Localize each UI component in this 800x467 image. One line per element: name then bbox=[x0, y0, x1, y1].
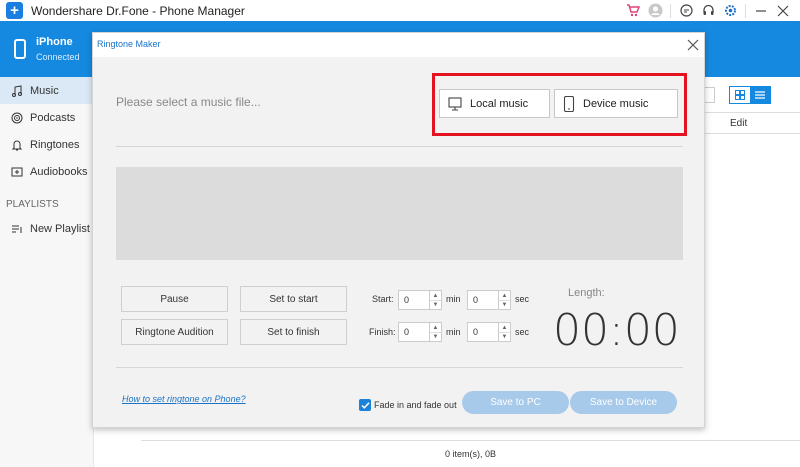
start-sec-value: 0 bbox=[473, 295, 479, 305]
content-panel: Edit bbox=[705, 77, 800, 440]
check-icon bbox=[360, 401, 370, 409]
audiobook-icon bbox=[10, 165, 24, 179]
start-min-stepper[interactable]: 0 ▲ ▼ bbox=[398, 290, 442, 310]
device-status: Connected bbox=[36, 52, 80, 62]
finish-sec-value: 0 bbox=[473, 327, 479, 337]
stepper-arrows[interactable]: ▲ ▼ bbox=[429, 291, 441, 309]
title-icons bbox=[622, 0, 794, 21]
save-to-device-button[interactable]: Save to Device bbox=[570, 391, 677, 414]
title-bar: + Wondershare Dr.Fone - Phone Manager bbox=[0, 0, 800, 21]
phone-icon bbox=[563, 95, 575, 112]
column-edit[interactable]: Edit bbox=[730, 118, 747, 129]
minimize-icon[interactable] bbox=[750, 0, 772, 21]
sidebar-item-audiobooks[interactable]: Audiobooks bbox=[0, 158, 93, 185]
sec-unit: sec bbox=[515, 294, 530, 304]
device-info: iPhone Connected bbox=[36, 36, 80, 62]
min-unit: min bbox=[446, 327, 461, 337]
stepper-arrows[interactable]: ▲ ▼ bbox=[498, 323, 510, 341]
finish-min-stepper[interactable]: 0 ▲ ▼ bbox=[398, 322, 442, 342]
app-title: Wondershare Dr.Fone - Phone Manager bbox=[31, 3, 245, 18]
grid-view-icon[interactable] bbox=[730, 86, 750, 103]
status-bar: 0 item(s), 0B bbox=[141, 440, 800, 467]
length-label: Length: bbox=[568, 287, 605, 299]
sidebar: Music Podcasts Ringtones Audiobooks PLAY… bbox=[0, 77, 94, 467]
device-name: iPhone bbox=[36, 36, 73, 48]
local-music-button[interactable]: Local music bbox=[439, 89, 550, 118]
divider bbox=[116, 367, 683, 368]
playlists-section-label: PLAYLISTS bbox=[6, 199, 59, 210]
monitor-icon bbox=[448, 96, 462, 111]
divider bbox=[745, 3, 746, 18]
list-view-icon[interactable] bbox=[750, 86, 770, 103]
chevron-down-icon[interactable]: ▼ bbox=[430, 332, 441, 341]
finish-min-value: 0 bbox=[404, 327, 410, 337]
sec-unit: sec bbox=[515, 327, 530, 337]
divider bbox=[670, 3, 671, 18]
sidebar-item-music[interactable]: Music bbox=[0, 77, 93, 104]
device-music-button[interactable]: Device music bbox=[554, 89, 678, 118]
start-label: Start: bbox=[372, 294, 394, 304]
close-icon[interactable] bbox=[685, 37, 701, 53]
ringtone-maker-dialog: Ringtone Maker Please select a music fil… bbox=[92, 32, 705, 428]
start-sec-stepper[interactable]: 0 ▲ ▼ bbox=[467, 290, 511, 310]
phone-icon bbox=[14, 39, 26, 59]
table-header: Edit bbox=[705, 112, 800, 134]
waveform-area[interactable] bbox=[116, 167, 683, 260]
stepper-arrows[interactable]: ▲ ▼ bbox=[429, 323, 441, 341]
chevron-down-icon[interactable]: ▼ bbox=[499, 332, 510, 341]
set-to-start-button[interactable]: Set to start bbox=[240, 286, 347, 312]
sidebar-item-new-playlist[interactable]: New Playlist bbox=[0, 215, 93, 242]
music-note-icon bbox=[10, 84, 24, 98]
ringtone-audition-button[interactable]: Ringtone Audition bbox=[121, 319, 228, 345]
min-unit: min bbox=[446, 294, 461, 304]
close-icon[interactable] bbox=[772, 0, 794, 21]
set-to-finish-button[interactable]: Set to finish bbox=[240, 319, 347, 345]
sidebar-item-ringtones[interactable]: Ringtones bbox=[0, 131, 93, 158]
content-toolbar bbox=[705, 77, 800, 112]
save-to-pc-button[interactable]: Save to PC bbox=[462, 391, 569, 414]
headset-icon[interactable] bbox=[697, 0, 719, 21]
podcast-icon bbox=[10, 111, 24, 125]
view-toggle bbox=[729, 85, 771, 104]
pause-button[interactable]: Pause bbox=[121, 286, 228, 312]
chevron-up-icon[interactable]: ▲ bbox=[499, 291, 510, 300]
device-selector[interactable]: iPhone Connected bbox=[0, 21, 94, 77]
start-min-value: 0 bbox=[404, 295, 410, 305]
sidebar-item-label: Music bbox=[30, 84, 59, 97]
local-music-label: Local music bbox=[470, 97, 529, 110]
chevron-down-icon[interactable]: ▼ bbox=[430, 300, 441, 309]
sidebar-item-label: Audiobooks bbox=[30, 165, 88, 178]
chevron-up-icon[interactable]: ▲ bbox=[499, 323, 510, 332]
plus-logo: + bbox=[6, 2, 23, 19]
sidebar-item-label: Podcasts bbox=[30, 111, 76, 124]
sidebar-item-podcasts[interactable]: Podcasts bbox=[0, 104, 93, 131]
cart-icon[interactable] bbox=[622, 0, 644, 21]
device-music-label: Device music bbox=[583, 97, 649, 110]
user-icon[interactable] bbox=[644, 0, 666, 21]
help-link[interactable]: How to set ringtone on Phone? bbox=[122, 394, 246, 404]
finish-label: Finish: bbox=[369, 327, 396, 337]
bell-icon bbox=[10, 138, 24, 152]
sidebar-item-label: Ringtones bbox=[30, 138, 80, 151]
search-input[interactable] bbox=[705, 86, 715, 103]
dialog-title: Ringtone Maker bbox=[97, 39, 161, 49]
length-value: 00:00 bbox=[553, 305, 680, 356]
playlist-icon bbox=[10, 222, 24, 236]
dialog-header: Ringtone Maker bbox=[93, 33, 704, 57]
select-file-prompt: Please select a music file... bbox=[116, 95, 261, 109]
fade-label: Fade in and fade out bbox=[374, 400, 457, 410]
settings-icon[interactable] bbox=[719, 0, 741, 21]
finish-sec-stepper[interactable]: 0 ▲ ▼ bbox=[467, 322, 511, 342]
fade-checkbox[interactable] bbox=[359, 399, 371, 411]
chevron-up-icon[interactable]: ▲ bbox=[430, 291, 441, 300]
stepper-arrows[interactable]: ▲ ▼ bbox=[498, 291, 510, 309]
sidebar-item-label: New Playlist bbox=[30, 222, 90, 235]
divider bbox=[116, 146, 683, 147]
chevron-down-icon[interactable]: ▼ bbox=[499, 300, 510, 309]
chevron-up-icon[interactable]: ▲ bbox=[430, 323, 441, 332]
feedback-icon[interactable] bbox=[675, 0, 697, 21]
